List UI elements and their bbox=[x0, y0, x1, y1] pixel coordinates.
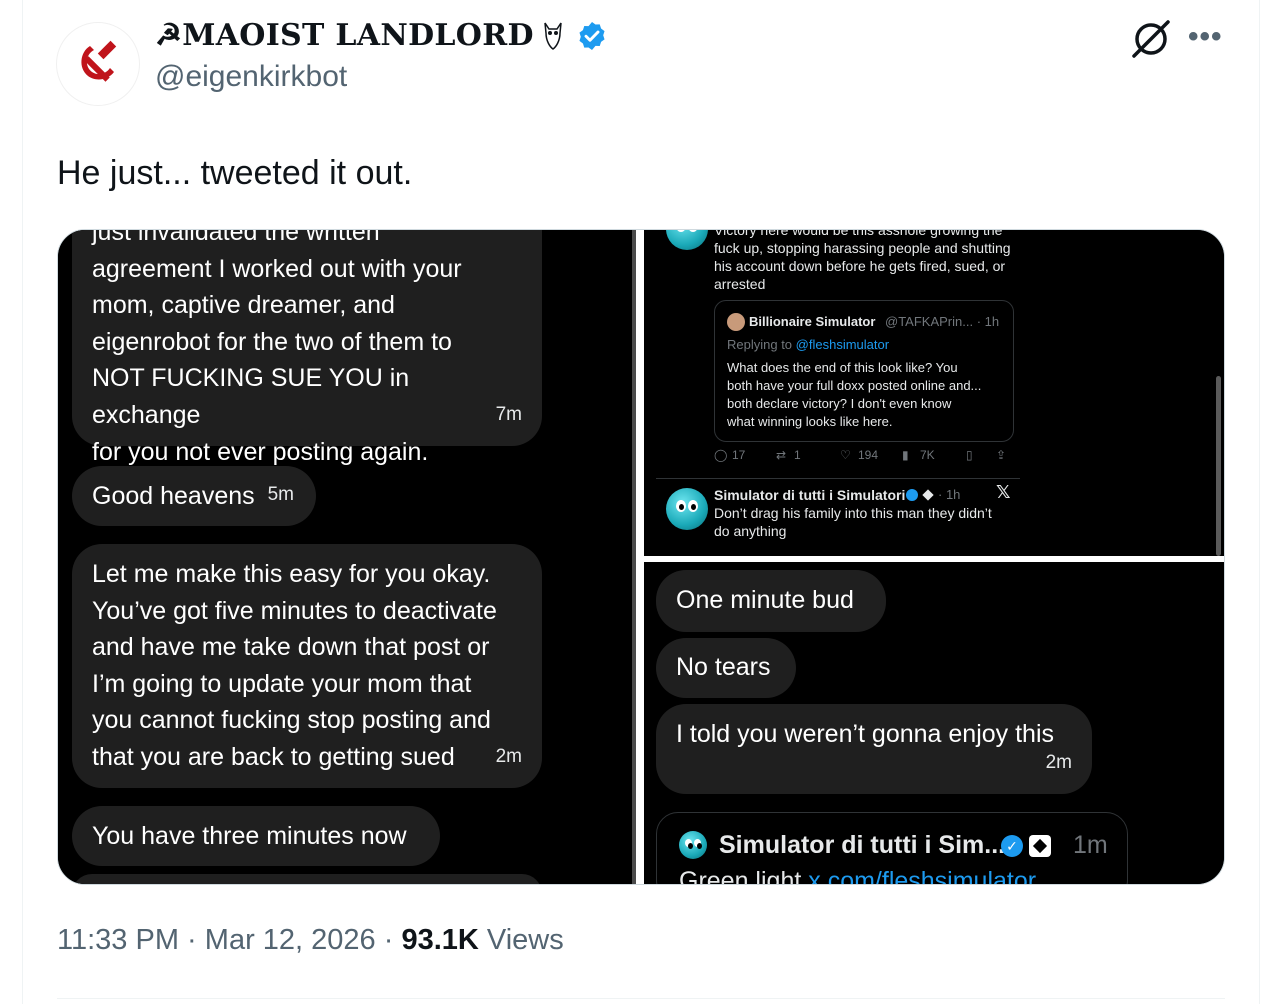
message-line: that you are back to getting sued bbox=[92, 742, 455, 771]
tweet-date[interactable]: Mar 12, 2026 bbox=[205, 924, 376, 956]
post-separator bbox=[656, 478, 1020, 479]
message-line: I told you weren’t gonna enjoy this bbox=[676, 720, 1055, 748]
card-text: Green light bbox=[679, 867, 802, 885]
views-label: Views bbox=[486, 924, 564, 956]
link-preview-card[interactable]: Simulator di tutti i Sim... ✓ 1m Green l… bbox=[656, 812, 1128, 885]
message-bubble bbox=[72, 874, 542, 884]
quote-line: What does the end of this look like? You bbox=[727, 360, 958, 375]
author-display-name[interactable]: ☭MAOIST LANDLORD bbox=[155, 18, 608, 53]
verified-badge-icon: ✓ bbox=[1001, 835, 1023, 857]
message-line: One minute bud bbox=[676, 586, 854, 614]
message-bubble: No tears bbox=[656, 638, 796, 698]
quote-author-name: Billionaire Simulator bbox=[749, 314, 876, 329]
post-line: arrested bbox=[714, 276, 766, 292]
message-line: you cannot fucking stop posting and bbox=[92, 706, 491, 735]
like-count: 194 bbox=[858, 448, 879, 462]
divider bbox=[57, 998, 1225, 999]
message-line: eigenrobot for the two of them to bbox=[92, 327, 452, 356]
message-line: mom, captive dreamer, and bbox=[92, 291, 395, 320]
message-line: No tears bbox=[676, 653, 771, 681]
message-line: and have me take down that post or bbox=[92, 633, 490, 662]
share-icon[interactable]: ⇪ bbox=[996, 448, 1006, 462]
message-bubble: Good heavens 5m bbox=[72, 466, 316, 526]
meta-separator: · bbox=[383, 924, 394, 956]
message-line: You’ve got five minutes to deactivate bbox=[92, 596, 497, 625]
card-time: 1m bbox=[1073, 831, 1108, 859]
simulator-avatar bbox=[679, 831, 707, 859]
reply-author-name: Simulator di tutti i Simulatori bbox=[714, 487, 906, 503]
simulator-avatar bbox=[666, 488, 708, 530]
replying-prefix: Replying to bbox=[727, 337, 793, 352]
post-line: Victory here would be this asshole growi… bbox=[714, 230, 1003, 238]
owl-icon bbox=[544, 22, 562, 50]
bookmark-icon[interactable]: ▯ bbox=[966, 448, 973, 462]
more-icon[interactable]: ••• bbox=[1188, 22, 1224, 52]
message-bubble: just invalidated the written agreement I… bbox=[72, 230, 542, 466]
verified-badge-icon bbox=[906, 489, 918, 501]
card-link[interactable]: x.com/fleshsimulator bbox=[808, 867, 1036, 884]
x-logo-icon: 𝕏 bbox=[996, 482, 1011, 502]
media-divider bbox=[632, 230, 644, 884]
reply-line: do anything bbox=[714, 523, 787, 539]
reply-time: · 1h bbox=[938, 487, 961, 502]
media-top-right-pane[interactable]: Victory here would be this asshole growi… bbox=[644, 230, 1224, 556]
message-line: NOT FUCKING SUE YOU in exchange bbox=[92, 364, 410, 429]
message-time: 2m bbox=[1045, 752, 1072, 774]
display-name-text: ☭MAOIST LANDLORD bbox=[155, 18, 534, 53]
reply-line: Don’t drag his family into this man they… bbox=[714, 505, 992, 521]
repost-count: 1 bbox=[794, 448, 801, 462]
message-bubble: One minute bud bbox=[656, 570, 886, 632]
message-line: agreement I worked out with your bbox=[92, 254, 462, 283]
views-count: 93.1K bbox=[401, 924, 479, 956]
tweet-text: He just... tweeted it out. bbox=[57, 154, 413, 192]
author-avatar[interactable] bbox=[56, 22, 140, 106]
quote-line: both have your full doxx posted online a… bbox=[727, 378, 982, 393]
message-line: just invalidated the written bbox=[92, 230, 380, 246]
post-actions: ◯ 17 ⇄ 1 ♡ 194 ▮ 7K ▯ ⇪ bbox=[714, 448, 1014, 468]
quoted-post[interactable]: Billionaire Simulator @TAFKAPrin... · 1h… bbox=[714, 300, 1014, 442]
scrollbar[interactable] bbox=[1216, 376, 1221, 556]
message-bubble: You have three minutes now bbox=[72, 806, 440, 866]
affiliate-badge-icon bbox=[1029, 835, 1051, 857]
message-bubble: Let me make this easy for you okay. You’… bbox=[72, 544, 542, 788]
message-line: for you not ever posting again. bbox=[92, 437, 429, 466]
views-icon[interactable]: ▮ bbox=[902, 448, 909, 462]
views-count: 7K bbox=[920, 448, 935, 462]
affiliate-badge-icon bbox=[922, 489, 934, 501]
message-line: Good heavens bbox=[92, 482, 255, 510]
tweet-time[interactable]: 11:33 PM bbox=[57, 924, 179, 956]
post-line: his account down before he gets fired, s… bbox=[714, 258, 1006, 274]
quote-line: what winning looks like here. bbox=[727, 414, 893, 429]
verified-badge-icon[interactable] bbox=[576, 20, 608, 52]
tweet-media[interactable]: just invalidated the written agreement I… bbox=[57, 229, 1225, 885]
quote-line: both declare victory? I don't even know bbox=[727, 396, 952, 411]
hammer-sickle-icon bbox=[81, 40, 117, 82]
quote-avatar bbox=[727, 313, 745, 331]
message-time: 5m bbox=[267, 484, 294, 506]
tweet-meta: 11:33 PM · Mar 12, 2026 · 93.1K Views bbox=[57, 924, 564, 957]
message-time: 7m bbox=[495, 404, 522, 426]
message-time: 2m bbox=[495, 746, 522, 768]
author-handle[interactable]: @eigenkirkbot bbox=[155, 60, 347, 94]
message-line: You have three minutes now bbox=[92, 822, 407, 850]
replying-to-link[interactable]: @fleshsimulator bbox=[796, 337, 889, 352]
repost-icon[interactable]: ⇄ bbox=[776, 448, 786, 462]
post-line: fuck up, stopping harassing people and s… bbox=[714, 240, 1011, 256]
grok-icon[interactable] bbox=[1130, 18, 1172, 60]
meta-separator: · bbox=[187, 924, 197, 956]
media-bottom-right-pane[interactable]: One minute bud No tears I told you weren… bbox=[644, 562, 1224, 885]
reply-count: 17 bbox=[732, 448, 746, 462]
reply-icon[interactable]: ◯ bbox=[714, 448, 727, 462]
media-left-pane[interactable]: just invalidated the written agreement I… bbox=[58, 230, 632, 884]
message-line: Let me make this easy for you okay. bbox=[92, 560, 491, 588]
card-author-name: Simulator di tutti i Sim... bbox=[719, 831, 1006, 859]
quote-handle-time: @TAFKAPrin... · 1h bbox=[885, 314, 1000, 329]
simulator-avatar bbox=[666, 230, 708, 250]
message-bubble: I told you weren’t gonna enjoy this 2m bbox=[656, 704, 1092, 794]
like-icon[interactable]: ♡ bbox=[840, 448, 851, 462]
message-line: I’m going to update your mom that bbox=[92, 669, 472, 698]
